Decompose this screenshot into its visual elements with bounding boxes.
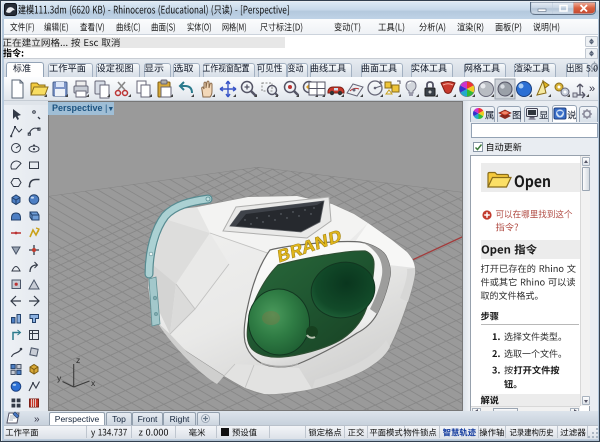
svg-text:»: »	[589, 83, 595, 95]
svg-text:»: »	[34, 414, 40, 425]
svg-text:z: z	[76, 355, 80, 365]
